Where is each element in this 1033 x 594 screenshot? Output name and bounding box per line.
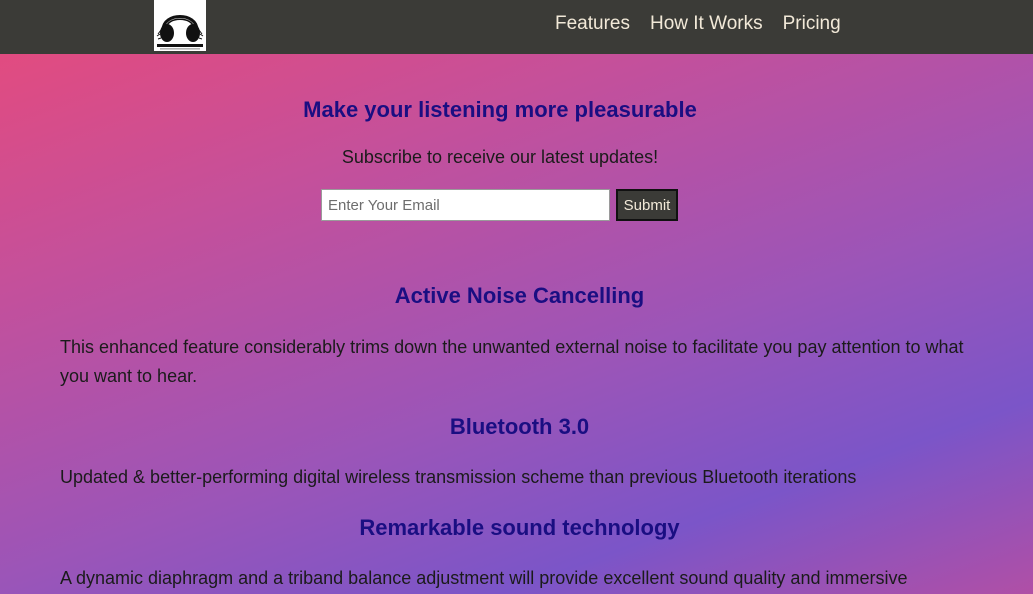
hero-subtitle: Subscribe to receive our latest updates!	[341, 147, 659, 167]
feature-text-bluetooth: Updated & better-performing digital wire…	[60, 467, 857, 487]
nav-link-pricing[interactable]: Pricing	[783, 12, 841, 36]
submit-button[interactable]: Submit	[616, 189, 678, 221]
email-input[interactable]	[321, 189, 610, 221]
feature-text-sound-technology: A dynamic diaphragm and a triband balanc…	[60, 568, 908, 588]
hero-title: Make your listening more pleasurable	[303, 97, 697, 122]
headphones-logo[interactable]	[154, 0, 206, 51]
nav-link-how-it-works[interactable]: How It Works	[650, 12, 763, 36]
nav-link-features[interactable]: Features	[555, 12, 630, 36]
navbar: Features How It Works Pricing	[0, 0, 1033, 54]
feature-text-noise-cancelling: This enhanced feature considerably trims…	[60, 337, 964, 386]
feature-title-bluetooth: Bluetooth 3.0	[449, 414, 590, 439]
feature-title-sound-technology: Remarkable sound technology	[359, 515, 680, 540]
feature-title-noise-cancelling: Active Noise Cancelling	[394, 283, 645, 308]
nav-links: Features How It Works Pricing	[555, 12, 861, 36]
headphones-icon	[156, 15, 204, 50]
